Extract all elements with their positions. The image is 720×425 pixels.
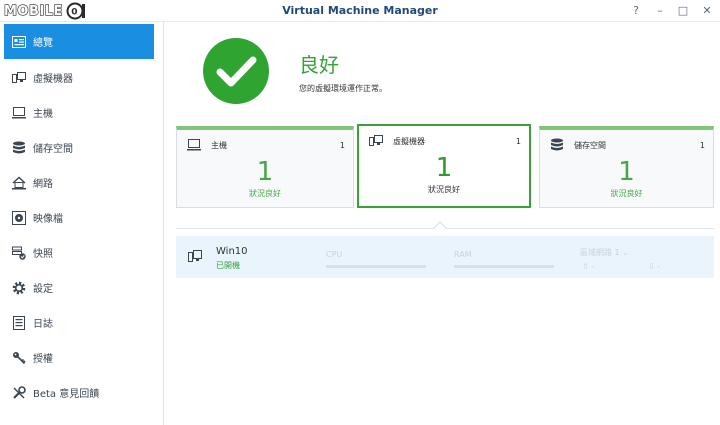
card-header: 主機 xyxy=(187,139,227,151)
virtual-machine-icon xyxy=(188,250,202,262)
help-button[interactable]: ? xyxy=(628,2,644,18)
card-count: 1 xyxy=(339,141,345,150)
download-value: ⇩ - xyxy=(648,262,660,271)
card-status-text: 狀況良好 xyxy=(610,189,643,198)
sidebar-item-label: 總覽 xyxy=(33,38,53,49)
card-header: 虛擬機器 xyxy=(369,135,425,147)
sidebar-item-label: 網路 xyxy=(33,179,53,190)
sidebar-item-label: 授權 xyxy=(33,354,53,365)
ram-usage-bar xyxy=(454,265,554,268)
storage-icon xyxy=(12,141,26,155)
title-bar: MOBILE 0 Virtual Machine Manager ? – □ ✕ xyxy=(0,0,720,22)
card-header: 儲存空間 xyxy=(550,138,606,151)
cpu-label: CPU xyxy=(326,250,343,259)
card-count: 1 xyxy=(515,137,521,146)
download-text: - xyxy=(657,262,661,271)
close-button[interactable]: ✕ xyxy=(699,2,715,18)
window-title: Virtual Machine Manager xyxy=(282,4,438,17)
vm-power-status: 已開機 xyxy=(216,261,240,270)
healthy-check-icon xyxy=(203,38,269,104)
host-icon xyxy=(187,139,201,151)
card-healthy-number: 1 xyxy=(256,157,274,187)
status-description: 您的虛擬環境運作正常。 xyxy=(299,84,387,93)
log-icon xyxy=(12,315,26,330)
maximize-button[interactable]: □ xyxy=(675,2,691,18)
wrench-icon xyxy=(12,385,26,400)
upload-text: - xyxy=(591,262,595,271)
upload-arrow-icon: ⇧ xyxy=(582,262,589,271)
network-selector[interactable]: 區域網路 1 ⌄ xyxy=(580,247,629,258)
key-icon xyxy=(12,351,26,365)
network-label: 區域網路 1 xyxy=(580,248,620,257)
chevron-down-icon: ⌄ xyxy=(622,248,629,257)
sidebar-item-label: 儲存空間 xyxy=(33,144,73,155)
vm-summary-card[interactable]: 虛擬機器 1 1 狀況良好 xyxy=(357,124,531,208)
upload-value: ⇧ - xyxy=(582,262,594,271)
host-icon xyxy=(12,106,26,120)
sidebar-item-virtual-machine[interactable]: 虛擬機器 xyxy=(4,60,154,95)
storage-summary-card[interactable]: 儲存空間 1 1 狀況良好 xyxy=(539,126,714,208)
sidebar-item-storage[interactable]: 儲存空間 xyxy=(4,130,154,165)
sidebar-item-settings[interactable]: 設定 xyxy=(4,270,154,305)
network-icon xyxy=(12,176,26,190)
main-panel: 良好 您的虛擬環境運作正常。 主機 1 1 狀況良好 虛擬機器 1 1 狀況良好 xyxy=(165,22,720,425)
virtual-machine-icon xyxy=(369,135,383,147)
sidebar-item-label: 設定 xyxy=(33,284,53,295)
sidebar: 總覽 虛擬機器 主機 儲存空間 網路 映像檔 快照 設定 日誌 授權 Beta … xyxy=(0,22,164,425)
sidebar-item-license[interactable]: 授權 xyxy=(4,340,154,375)
minimize-button[interactable]: – xyxy=(652,2,668,18)
selection-caret-icon xyxy=(433,221,447,229)
host-summary-card[interactable]: 主機 1 1 狀況良好 xyxy=(176,126,354,208)
vm-list-row[interactable]: Win10 已開機 CPU RAM 區域網路 1 ⌄ ⇧ - ⇩ - xyxy=(176,236,714,278)
card-status-text: 狀況良好 xyxy=(249,189,281,198)
download-arrow-icon: ⇩ xyxy=(648,262,655,271)
snapshot-icon xyxy=(12,246,26,260)
sidebar-item-overview[interactable]: 總覽 xyxy=(4,24,154,59)
sidebar-item-label: 日誌 xyxy=(33,319,53,330)
card-healthy-number: 1 xyxy=(618,157,635,187)
card-count: 1 xyxy=(699,141,705,150)
image-icon xyxy=(12,210,26,225)
card-status-text: 狀況良好 xyxy=(428,185,460,194)
sidebar-item-beta-feedback[interactable]: Beta 意見回饋 xyxy=(4,375,154,410)
sidebar-item-log[interactable]: 日誌 xyxy=(4,305,154,340)
sidebar-item-host[interactable]: 主機 xyxy=(4,95,154,130)
card-label: 儲存空間 xyxy=(574,140,606,150)
status-title: 良好 xyxy=(299,53,339,77)
vm-name: Win10 xyxy=(216,246,248,257)
sidebar-item-snapshot[interactable]: 快照 xyxy=(4,235,154,270)
sidebar-item-image[interactable]: 映像檔 xyxy=(4,200,154,235)
storage-icon xyxy=(550,138,564,151)
ram-label: RAM xyxy=(454,250,472,259)
sidebar-item-label: 主機 xyxy=(33,109,53,120)
sidebar-item-label: 快照 xyxy=(33,249,53,260)
sidebar-item-network[interactable]: 網路 xyxy=(4,165,154,200)
cpu-usage-bar xyxy=(326,265,426,268)
virtual-machine-icon xyxy=(12,71,26,85)
overview-icon xyxy=(12,35,26,49)
gear-icon xyxy=(12,281,26,295)
card-healthy-number: 1 xyxy=(435,153,453,183)
sidebar-item-label: Beta 意見回饋 xyxy=(33,389,100,400)
sidebar-item-label: 虛擬機器 xyxy=(33,74,73,85)
card-label: 虛擬機器 xyxy=(393,136,425,146)
sidebar-item-label: 映像檔 xyxy=(33,214,63,225)
card-label: 主機 xyxy=(211,140,227,150)
